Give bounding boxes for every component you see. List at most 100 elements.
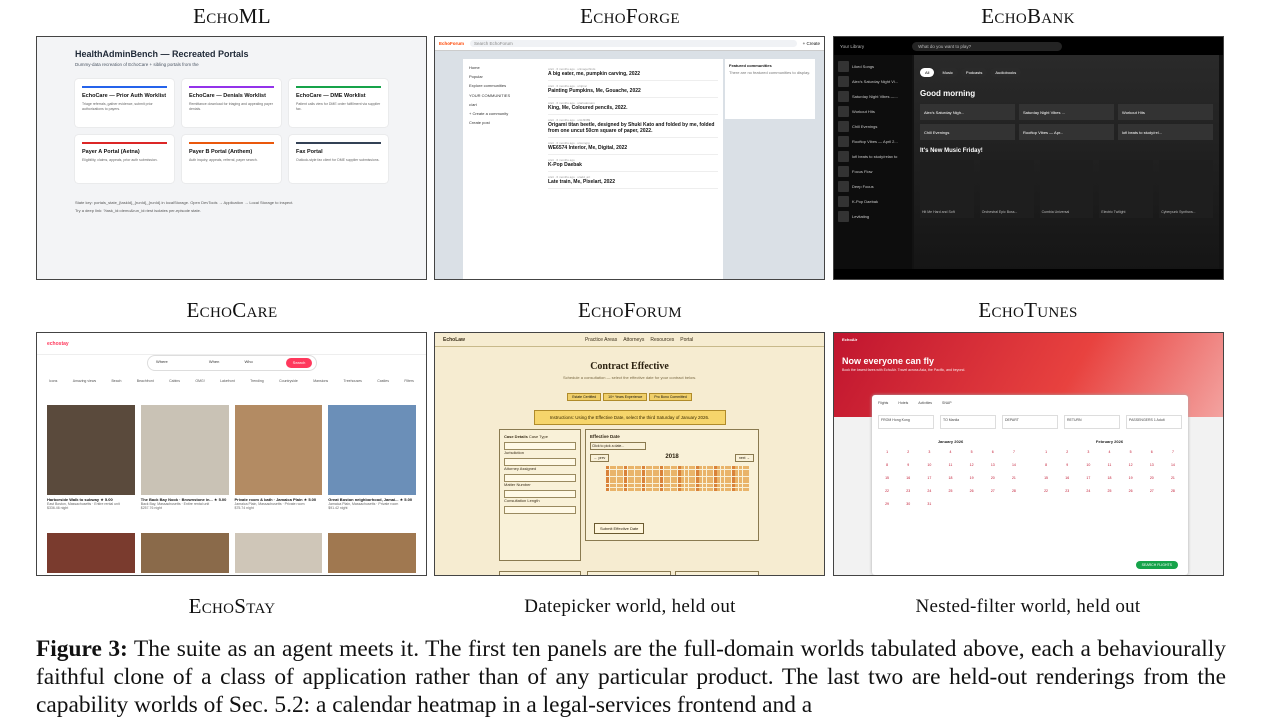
law-heat-cell[interactable] <box>717 476 721 480</box>
ml-portal-card[interactable]: EchoCare — Denials Worklist Remittance do… <box>182 79 281 127</box>
air-day[interactable]: 19 <box>1122 476 1140 486</box>
air-day[interactable]: 16 <box>899 476 917 486</box>
law-heat-cell[interactable] <box>713 487 717 491</box>
law-case-input[interactable] <box>504 442 576 450</box>
law-heat-cell[interactable] <box>717 480 721 484</box>
law-heat-cell[interactable] <box>731 480 735 484</box>
law-heat-cell[interactable] <box>613 466 617 469</box>
law-heat-cell[interactable] <box>674 480 678 484</box>
stay-category[interactable]: Trending <box>250 379 264 399</box>
law-heat-cell[interactable] <box>674 469 678 473</box>
law-heat-cell[interactable] <box>641 473 645 477</box>
law-heat-cell[interactable] <box>692 466 696 469</box>
law-heat-cell[interactable] <box>667 476 671 480</box>
law-heat-cell[interactable] <box>656 476 660 480</box>
law-heat-cell[interactable] <box>735 469 739 473</box>
law-heat-cell[interactable] <box>738 476 742 480</box>
forge-sidebar-item[interactable]: Explore communities <box>469 81 537 90</box>
law-heat-cell[interactable] <box>620 487 624 491</box>
law-heat-cell[interactable] <box>634 473 638 477</box>
law-heat-cell[interactable] <box>738 473 742 477</box>
law-heat-cell[interactable] <box>631 466 635 469</box>
law-heat-cell[interactable] <box>710 476 714 480</box>
air-day[interactable]: 9 <box>899 463 917 473</box>
air-day[interactable]: 20 <box>1143 476 1161 486</box>
law-nav-link[interactable]: Portal <box>680 337 693 343</box>
forge-post[interactable]: c/art · 6 months ago K-Pop Daebak <box>548 155 718 172</box>
law-heat-cell[interactable] <box>659 466 663 469</box>
law-heat-cell[interactable] <box>731 469 735 473</box>
air-day[interactable]: 26 <box>963 489 981 499</box>
law-heat-cell[interactable] <box>616 483 620 487</box>
air-day[interactable]: 6 <box>984 450 1002 460</box>
law-heat-cell[interactable] <box>656 483 660 487</box>
law-heat-cell[interactable] <box>728 476 732 480</box>
law-heat-cell[interactable] <box>620 473 624 477</box>
law-heat-cell[interactable] <box>663 480 667 484</box>
law-heat-cell[interactable] <box>695 469 699 473</box>
air-day[interactable]: 3 <box>920 450 938 460</box>
air-day[interactable]: 11 <box>1100 463 1118 473</box>
law-heat-cell[interactable] <box>728 473 732 477</box>
law-heat-cell[interactable] <box>649 476 653 480</box>
air-day[interactable]: 3 <box>1079 450 1097 460</box>
bank-player-bar[interactable] <box>834 269 1223 279</box>
law-heat-cell[interactable] <box>613 480 617 484</box>
air-day[interactable]: 14 <box>1164 463 1182 473</box>
law-heat-cell[interactable] <box>645 469 649 473</box>
air-day[interactable]: 8 <box>878 463 896 473</box>
law-heat-cell[interactable] <box>606 466 609 469</box>
law-heat-cell[interactable] <box>663 476 667 480</box>
forge-sidebar-item[interactable]: YOUR COMMUNITIES <box>469 91 537 100</box>
stay-listing[interactable] <box>328 533 416 573</box>
law-heat-cell[interactable] <box>634 487 638 491</box>
forge-post-title[interactable]: WE6574 Interior, Me, Digital, 2022 <box>548 145 718 151</box>
law-nav-link[interactable]: Attorneys <box>623 337 644 343</box>
law-heat-cell[interactable] <box>742 483 746 487</box>
law-heat-cell[interactable] <box>634 483 638 487</box>
law-nav-link[interactable]: Practice Areas <box>585 337 617 343</box>
bank-library-item[interactable]: Rooftop Vibes — April 2... <box>838 134 908 149</box>
law-heat-cell[interactable] <box>717 466 721 469</box>
air-day[interactable]: 7 <box>1164 450 1182 460</box>
law-heat-cell[interactable] <box>674 476 678 480</box>
law-heat-cell[interactable] <box>663 469 667 473</box>
stay-listing[interactable]: Great Boston neighborhood, Jamai... ★ 5.… <box>328 405 416 510</box>
law-heat-cell[interactable] <box>634 469 638 473</box>
law-heat-cell[interactable] <box>638 469 642 473</box>
law-heat-cell[interactable] <box>631 473 635 477</box>
law-heat-cell[interactable] <box>606 473 609 477</box>
air-day[interactable]: 14 <box>1005 463 1023 473</box>
stay-listing-photo[interactable] <box>234 533 323 573</box>
air-day-grid[interactable]: 1 2 3 4 5 6 7 8 9 10 11 12 13 14 15 16 17 18 19 20 21 22 23 24 2… <box>878 450 1023 512</box>
law-heat-cell[interactable] <box>638 487 642 491</box>
law-heat-cell[interactable] <box>677 473 681 477</box>
law-heat-cell[interactable] <box>677 469 681 473</box>
law-heat-cell[interactable] <box>721 473 724 477</box>
law-heat-cell[interactable] <box>623 476 627 480</box>
law-heat-cell[interactable] <box>667 473 671 477</box>
air-day[interactable]: 13 <box>1143 463 1161 473</box>
air-day[interactable]: 28 <box>1005 489 1023 499</box>
stay-listing[interactable] <box>140 533 229 573</box>
law-heat-cell[interactable] <box>706 473 710 477</box>
forge-search-input[interactable]: Search EchoForum <box>470 40 797 47</box>
forge-sidebar-item[interactable]: c/art <box>469 100 537 109</box>
forge-post[interactable]: c/art · 6 months ago · u/HJ3389 Origami t… <box>548 115 718 138</box>
law-heat-cell[interactable] <box>738 466 742 469</box>
bank-library-item[interactable]: Workout Hits <box>838 104 908 119</box>
law-heat-cell[interactable] <box>659 473 663 477</box>
stay-listing-photo[interactable] <box>47 533 135 573</box>
air-day[interactable]: 22 <box>1037 489 1055 499</box>
air-day[interactable]: 4 <box>1100 450 1118 460</box>
forge-sidebar-item[interactable]: Popular <box>469 72 537 81</box>
law-heat-cell[interactable] <box>688 480 692 484</box>
law-heat-cell[interactable] <box>663 466 667 469</box>
law-heat-cell[interactable] <box>659 476 663 480</box>
law-heat-cell[interactable] <box>674 483 678 487</box>
law-heat-cell[interactable] <box>692 469 696 473</box>
air-day[interactable]: 2 <box>899 450 917 460</box>
law-heat-cell[interactable] <box>717 473 721 477</box>
stay-category[interactable]: OMG! <box>195 379 204 399</box>
law-heat-cell[interactable] <box>677 476 681 480</box>
